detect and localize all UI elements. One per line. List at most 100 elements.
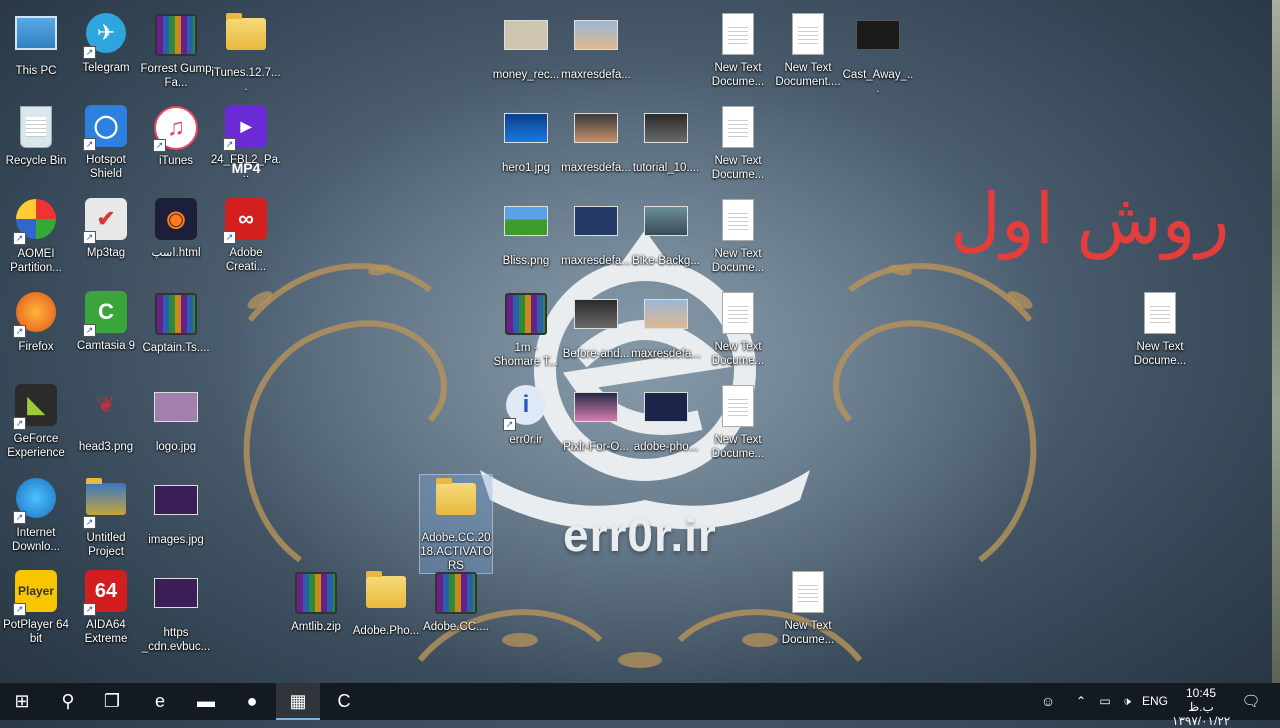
- network-icon[interactable]: ▭: [1096, 683, 1114, 720]
- desktop-icon[interactable]: iTunes.12.7....: [210, 10, 282, 94]
- desktop-icon[interactable]: ↗ Firefox: [0, 289, 72, 354]
- shortcut-arrow-icon: ↗: [13, 325, 26, 338]
- desktop-icon[interactable]: ↗ Untitled Project: [70, 475, 142, 559]
- firefox-button[interactable]: ●: [230, 683, 274, 720]
- task-view-button[interactable]: ❐: [90, 683, 134, 720]
- desktop-icon-label: اسپ.html: [151, 247, 201, 259]
- desktop-icon[interactable]: New Text Document....: [772, 10, 844, 89]
- desktop-icon[interactable]: ✈ ↗ Telegram: [70, 10, 142, 75]
- desktop-icon[interactable]: 64 ↗ AIDA64 Extreme: [70, 568, 142, 646]
- desktop-icon[interactable]: Pixlr-For-O...: [560, 382, 632, 454]
- desktop-icon[interactable]: logo.jpg: [140, 382, 212, 454]
- window-edge: [1272, 0, 1280, 683]
- people-icon[interactable]: ☺: [1038, 683, 1058, 720]
- desktop-icon[interactable]: ◉ اسپ.html: [140, 196, 212, 260]
- desktop-icon[interactable]: New Text Docume...: [702, 103, 774, 182]
- desktop-icon[interactable]: Captain.Ts....: [140, 289, 212, 355]
- desktop-icon[interactable]: 1m - Shomare T...: [490, 289, 562, 369]
- desktop-icon[interactable]: Amtlib.zip: [280, 568, 352, 634]
- desktop-icon[interactable]: ❦ head3.png: [70, 382, 142, 454]
- desktop-icon[interactable]: maxresdefa...: [560, 196, 632, 268]
- desktop-icon[interactable]: Adobe.CC....: [420, 568, 492, 634]
- desktop[interactable]: روش اول err0r.ir This PC ✈ ↗ Telegram Forres…: [0, 0, 1280, 683]
- desktop-icon-image: [573, 299, 619, 345]
- desktop-icon[interactable]: ∞ ↗ Adobe Creati...: [210, 196, 282, 274]
- desktop-icon-image: ✔ ↗: [83, 198, 129, 244]
- desktop-icon[interactable]: images.jpg: [140, 475, 212, 547]
- desktop-icon[interactable]: hero1.jpg: [490, 103, 562, 175]
- desktop-icon[interactable]: Bliss.png: [490, 196, 562, 268]
- desktop-icon-image: [643, 206, 689, 252]
- shortcut-arrow-icon: ↗: [83, 46, 96, 59]
- desktop-icon[interactable]: This PC: [0, 10, 72, 78]
- shortcut-arrow-icon: ↗: [503, 418, 516, 431]
- desktop-icon[interactable]: maxresdefa...: [560, 103, 632, 175]
- desktop-icon[interactable]: Before-and...: [560, 289, 632, 361]
- clock-time: 10:45 ب.ظ: [1185, 686, 1217, 714]
- desktop-icon-label: This PC: [15, 65, 57, 77]
- desktop-icon-label: Cast_Away_...: [842, 69, 914, 95]
- desktop-icon[interactable]: C ↗ Camtasia 9: [70, 289, 142, 353]
- desktop-icon[interactable]: Adobe.Pho...: [350, 568, 422, 638]
- desktop-icon[interactable]: New Text Docume...: [702, 382, 774, 461]
- desktop-icon[interactable]: i ↗ err0r.ir: [490, 382, 562, 447]
- desktop-icon[interactable]: ▶ MP4↗24_FBL2_Pa...: [210, 103, 282, 181]
- desktop-icon[interactable]: ↗ AOMEI Partition...: [0, 196, 72, 275]
- desktop-icon-image: [715, 385, 761, 431]
- desktop-icon[interactable]: Bike-Backg...: [630, 196, 702, 268]
- clock[interactable]: 10:45 ب.ظ ۱۳۹۷/۰۱/۲۲: [1172, 683, 1230, 728]
- language-indicator[interactable]: ENG: [1142, 683, 1168, 720]
- shortcut-arrow-icon: ↗: [223, 138, 236, 151]
- desktop-icon[interactable]: maxresdefa...: [560, 10, 632, 82]
- shortcut-arrow-icon: ↗: [83, 138, 96, 151]
- desktop-icon[interactable]: Cast_Away_...: [842, 10, 914, 96]
- desktop-icon[interactable]: ◯ ↗ Hotspot Shield: [70, 103, 142, 181]
- desktop-icon[interactable]: Recycle Bin: [0, 103, 72, 168]
- desktop-icon[interactable]: tutorial_10....: [630, 103, 702, 175]
- desktop-icon[interactable]: New Text Docume...: [1124, 289, 1196, 368]
- desktop-icon[interactable]: New Text Docume...: [702, 10, 774, 89]
- desktop-icon-label: PotPlayer 64 bit: [3, 619, 69, 645]
- desktop-icon-label: Bliss.png: [502, 255, 550, 267]
- taskbar: ⊞ ⚲ ❐ e ▬ ● ▦ C ☺ ⌃ ▭ 🕩 ENG 10:45 ب.ظ ۱۳۹۷/۰۱/۲…: [0, 683, 1280, 728]
- camtasia-button[interactable]: C: [322, 683, 366, 720]
- desktop-icon[interactable]: ◣ ↗ GeForce Experience: [0, 382, 72, 460]
- desktop-icon-label: Mp3tag: [86, 247, 126, 259]
- desktop-icon-label: https _cdn.evbuc...: [141, 627, 211, 653]
- desktop-icon[interactable]: ↗ Internet Downlo...: [0, 475, 72, 554]
- search-button[interactable]: ⚲: [46, 683, 90, 720]
- desktop-icon[interactable]: Player ↗ PotPlayer 64 bit: [0, 568, 72, 646]
- desktop-icon[interactable]: New Text Docume...: [702, 196, 774, 275]
- desktop-icon[interactable]: maxresdefa...: [630, 289, 702, 361]
- desktop-icon[interactable]: ♫ ↗ iTunes: [140, 103, 212, 168]
- shortcut-arrow-icon: ↗: [13, 511, 26, 524]
- watermark-text: err0r.ir: [563, 509, 717, 561]
- desktop-icon-label: head3.png: [78, 441, 134, 453]
- desktop-icon[interactable]: adobe-pho...: [630, 382, 702, 454]
- winrar-button[interactable]: ▦: [276, 683, 320, 720]
- desktop-icon-image: [503, 206, 549, 252]
- file-explorer-button[interactable]: ▬: [184, 683, 228, 720]
- desktop-icon-image: Player ↗: [13, 570, 59, 616]
- notification-icon[interactable]: 🗨: [1238, 683, 1264, 720]
- start-button[interactable]: ⊞: [0, 683, 44, 720]
- desktop-icon[interactable]: money_rec...: [490, 10, 562, 82]
- desktop-icon-label: Pixlr-For-O...: [563, 441, 629, 453]
- desktop-icon-image: [573, 392, 619, 438]
- desktop-icon-label: tutorial_10....: [632, 162, 700, 174]
- desktop-icon-image: ↗: [83, 478, 129, 529]
- desktop-icon-image: [573, 206, 619, 252]
- desktop-icon-label: err0r.ir: [509, 434, 543, 446]
- desktop-icon[interactable]: New Text Docume...: [702, 289, 774, 368]
- edge-button[interactable]: e: [138, 683, 182, 720]
- desktop-icon[interactable]: Adobe.CC.2018.ACTIVATORS: [419, 474, 493, 574]
- desktop-icon[interactable]: Forrest Gump Fa...: [140, 10, 212, 90]
- desktop-icon-image: [153, 392, 199, 438]
- desktop-icon-label: maxresdefa...: [561, 255, 631, 267]
- desktop-icon-image: [223, 13, 269, 64]
- chevron-up-icon[interactable]: ⌃: [1074, 683, 1088, 720]
- volume-icon[interactable]: 🕩: [1118, 683, 1136, 720]
- desktop-icon[interactable]: ✔ ↗ Mp3tag: [70, 196, 142, 260]
- desktop-icon[interactable]: https _cdn.evbuc...: [140, 568, 212, 654]
- desktop-icon[interactable]: New Text Docume...: [772, 568, 844, 647]
